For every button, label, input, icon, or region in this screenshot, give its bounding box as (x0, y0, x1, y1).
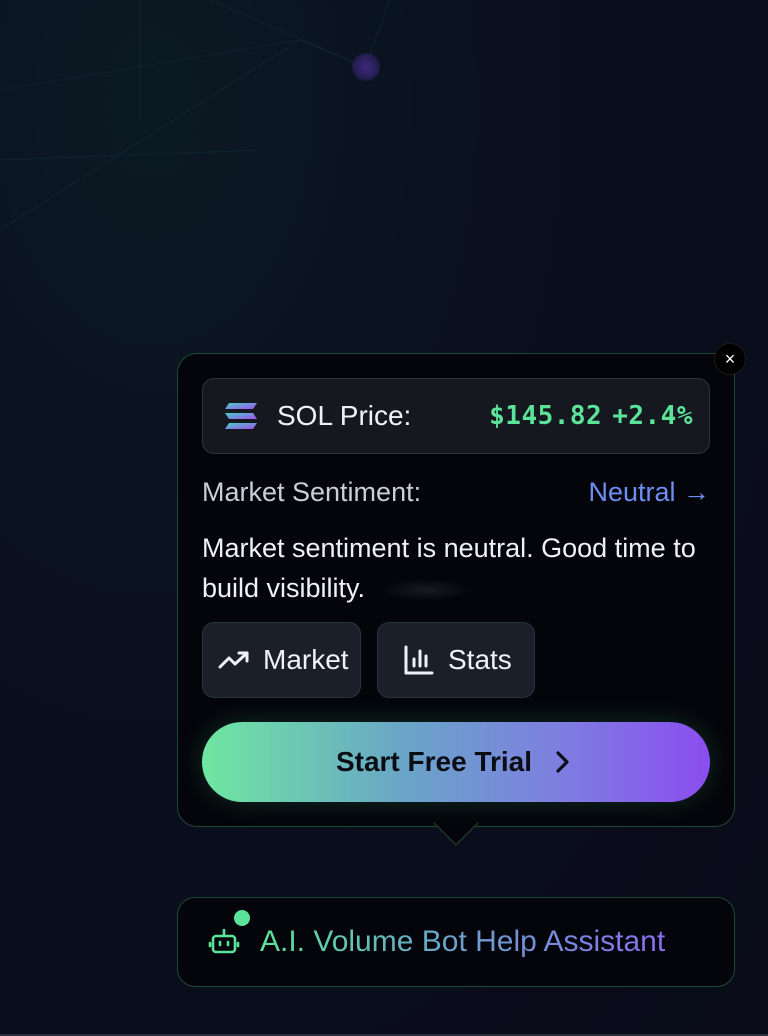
chevron-right-icon (556, 751, 569, 773)
ai-assistant-label: A.I. Volume Bot Help Assistant (260, 925, 666, 958)
blurred-decoration (381, 578, 472, 601)
close-icon: × (724, 348, 736, 369)
market-button[interactable]: Market (202, 622, 361, 698)
market-sentiment-label: Market Sentiment: (202, 476, 422, 507)
solana-logo-icon (225, 403, 257, 429)
sol-price-label: SOL Price: (277, 400, 412, 431)
sol-price-change: +2.4% (612, 401, 693, 431)
background-glow-dot (352, 53, 380, 81)
start-free-trial-label: Start Free Trial (335, 746, 533, 777)
sentiment-description: Market sentiment is neutral. Good time t… (202, 528, 722, 608)
stats-button-label: Stats (448, 644, 512, 675)
market-sentiment-row: Market Sentiment: Neutral → (202, 474, 710, 510)
bar-chart-icon (404, 645, 434, 675)
ai-assistant-button[interactable]: A.I. Volume Bot Help Assistant (177, 897, 735, 987)
sol-price-box: SOL Price: $145.82 +2.4% (202, 378, 710, 454)
robot-icon (208, 928, 240, 954)
online-status-dot (234, 910, 250, 926)
market-sentiment-link[interactable]: Neutral → (588, 477, 710, 508)
market-button-label: Market (263, 644, 349, 675)
robot-icon-wrap (208, 910, 250, 958)
start-free-trial-button[interactable]: Start Free Trial (202, 722, 710, 802)
background-decoration (0, 0, 391, 231)
close-button[interactable]: × (714, 343, 746, 375)
trending-up-icon (218, 651, 249, 669)
sol-price-values: $145.82 +2.4% (489, 401, 693, 431)
sol-price-value: $145.82 (489, 401, 603, 431)
stats-button[interactable]: Stats (377, 622, 535, 698)
